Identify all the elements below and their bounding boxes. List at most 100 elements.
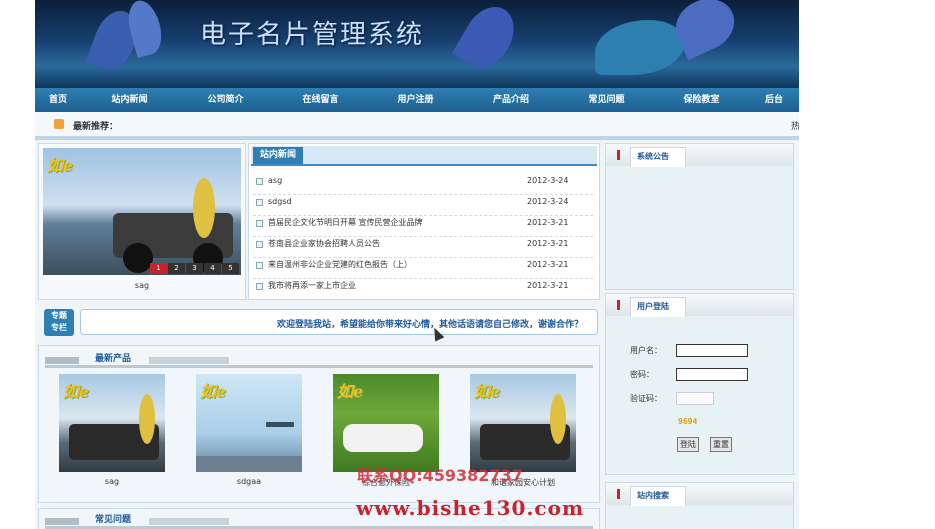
nav-news[interactable]: 站内新闻 [81,88,178,112]
login-panel: 用户登陆 用户名： 密码： 验证码： 9694 登陆 重置 [605,293,794,475]
nav-about[interactable]: 公司简介 [178,88,273,112]
bullet-icon [256,178,263,185]
slideshow-caption[interactable]: sag [39,281,245,290]
product-image[interactable]: 如e [59,374,165,472]
recommend-label: 最新推荐： [73,122,119,132]
person-illustration [343,424,423,452]
news-item-date: 2012-3-21 [527,281,569,290]
slideshow-page-button[interactable]: 4 [204,263,221,274]
bullet-icon [256,199,263,206]
nav-register[interactable]: 用户注册 [368,88,463,112]
main-nav: 首页 站内新闻 公司简介 在线留言 用户注册 产品介绍 常见问题 保险教室 后台 [35,88,799,112]
welcome-message: 欢迎登陆我站，希望能给你带来好心情，其他话语请您自己修改，谢谢合作？ [276,320,583,330]
watermark-url: www.bishe130.com [356,496,585,520]
bullet-icon [256,262,263,269]
product-caption[interactable]: sag [59,477,165,486]
search-panel: 站内搜索 [605,482,794,529]
captcha-input[interactable] [676,392,714,405]
news-item[interactable]: 我市将再添一家上市企业 2012-3-21 [253,279,593,300]
reset-button[interactable]: 重置 [710,437,732,452]
captcha-image[interactable]: 9694 [678,417,697,426]
news-item[interactable]: 来自温州非公企业党建的红色报告（上） 2012-3-21 [253,258,593,279]
username-input[interactable] [676,344,748,357]
password-input[interactable] [676,368,748,381]
header-marker [617,489,620,499]
image-slideshow: 如e 1 2 3 4 5 sag [38,143,246,300]
recommend-icon [54,119,64,129]
slideshow-page-button[interactable]: 3 [186,263,203,274]
product-item[interactable]: 如e sdgaa [196,374,302,486]
product-image[interactable]: 如e [333,374,439,472]
bullet-icon [256,283,263,290]
watermark-qq: 联系QQ:459382737 [357,466,523,485]
header-decoration [149,518,229,525]
notice-title: 系统公告 [637,152,669,161]
header-marker [617,150,620,160]
surfboard-illustration [550,394,566,444]
news-item-title[interactable]: 来自温州非公企业党建的红色报告（上） [268,258,412,272]
nav-home[interactable]: 首页 [35,88,81,112]
product-item[interactable]: 如e sag [59,374,165,486]
header-banner: 电子名片管理系统 [35,0,799,88]
captcha-label: 验证码： [630,394,662,403]
nav-admin[interactable]: 后台 [749,88,799,112]
surfboard-illustration [139,394,155,444]
brand-logo: 如e [200,382,227,401]
product-item[interactable]: 如e 综合意外保险 [333,374,439,487]
nav-faq[interactable]: 常见问题 [559,88,654,112]
header-decoration [149,357,229,364]
notice-header: 系统公告 [606,144,793,167]
news-item-title[interactable]: 首届民企文化节明日开幕 宣传民营企业品牌 [268,216,423,230]
header-marker [617,300,620,310]
news-item-date: 2012-3-24 [527,197,569,206]
brand-logo: 如e [47,156,74,175]
nav-guestbook[interactable]: 在线留言 [273,88,368,112]
notice-panel: 系统公告 [605,143,794,290]
slideshow-page-button[interactable]: 5 [222,263,239,274]
recommend-bar: 最新推荐： 热 [35,112,799,140]
product-image[interactable]: 如e [196,374,302,472]
products-title: 最新产品 [95,354,132,364]
nav-products[interactable]: 产品介绍 [463,88,559,112]
news-item[interactable]: 首届民企文化节明日开幕 宣传民营企业品牌 2012-3-21 [253,216,593,237]
slideshow-page-button[interactable]: 1 [150,263,167,274]
news-item[interactable]: 苍南县企业家协会招聘人员公告 2012-3-21 [253,237,593,258]
brand-logo: 如e [474,382,501,401]
slideshow-image[interactable]: 如e [43,148,241,275]
news-item[interactable]: asg 2012-3-24 [253,174,593,195]
news-item-date: 2012-3-24 [527,176,569,185]
welcome-bar: 专题专栏 欢迎登陆我站，希望能给你带来好心情，其他话语请您自己修改，谢谢合作？ [38,307,598,337]
news-item-date: 2012-3-21 [527,239,569,248]
news-list: asg 2012-3-24 sdgsd 2012-3-24 首届民企文化节明日开幕 … [253,174,593,300]
tag-line: 专题 [51,311,67,320]
login-button[interactable]: 登陆 [677,437,699,452]
special-column-tag[interactable]: 专题 专栏 [44,309,74,336]
product-caption[interactable]: sdgaa [196,477,302,486]
search-header: 站内搜索 [606,483,793,506]
search-tab: 站内搜索 [630,486,686,506]
login-title: 用户登陆 [637,302,669,311]
news-item-title[interactable]: 苍南县企业家协会招聘人员公告 [268,237,380,251]
product-image[interactable]: 如e [470,374,576,472]
news-item-title[interactable]: asg [268,174,282,188]
brand-logo: 如e [337,382,364,401]
news-panel: 站内新闻 asg 2012-3-24 sdgsd 2012-3-24 首届民企文化节… [248,143,600,300]
news-item-title[interactable]: sdgsd [268,195,292,209]
faq-title: 常见问题 [95,515,132,525]
news-title: 站内新闻 [253,147,304,164]
tag-line: 专栏 [51,323,67,332]
news-item-date: 2012-3-21 [527,260,569,269]
leaf-decoration [595,20,685,75]
header-decoration [45,518,79,525]
recommend-scroll-text[interactable]: 热 [791,119,799,132]
news-item[interactable]: sdgsd 2012-3-24 [253,195,593,216]
login-header: 用户登陆 [606,294,793,317]
city-skyline-illustration [196,456,302,472]
product-item[interactable]: 如e 和谐家园安心计划 [470,374,576,487]
news-item-title[interactable]: 我市将再添一家上市企业 [268,279,356,293]
wheel-illustration [123,243,153,273]
nav-insurance-class[interactable]: 保险教室 [654,88,749,112]
brand-logo: 如e [63,382,90,401]
flower-decoration [452,0,524,77]
slideshow-page-button[interactable]: 2 [168,263,185,274]
